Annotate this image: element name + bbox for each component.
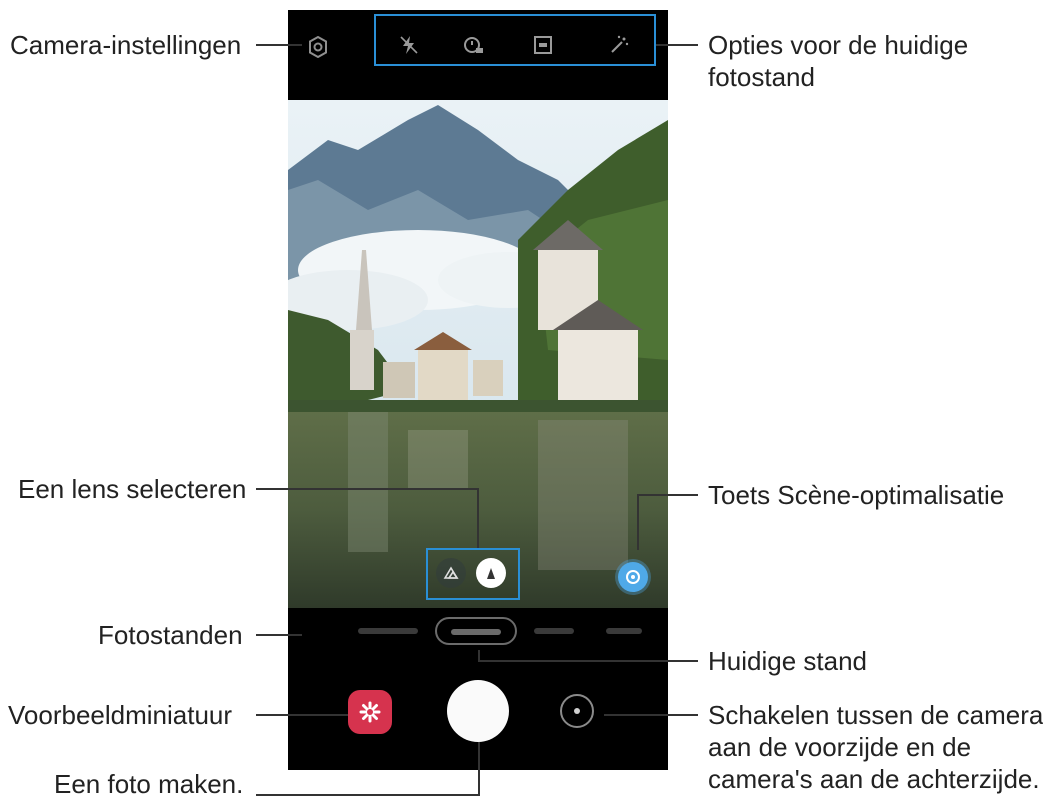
label-current-mode: Huidige stand bbox=[708, 646, 867, 676]
label-shooting-options-line1: Opties voor de huidige bbox=[708, 30, 969, 60]
callout-line bbox=[256, 794, 480, 796]
label-preview-thumbnail: Voorbeeldminiatuur bbox=[8, 700, 233, 730]
lens-selector-highlight bbox=[426, 548, 520, 600]
label-switch-cameras-line2: aan de voorzijde en de bbox=[708, 732, 972, 762]
mode-item[interactable] bbox=[606, 628, 642, 634]
shooting-modes-bar bbox=[288, 608, 668, 654]
label-select-lens: Een lens selecteren bbox=[18, 474, 247, 504]
callout-line bbox=[638, 494, 698, 496]
callout-line bbox=[256, 44, 302, 46]
switch-camera-button[interactable] bbox=[560, 694, 594, 728]
scene-optimizer-icon bbox=[626, 570, 640, 584]
label-scene-optimizer: Toets Scène-optimalisatie bbox=[708, 480, 1005, 510]
gallery-thumbnail-icon bbox=[359, 701, 381, 723]
callout-line bbox=[478, 742, 480, 796]
shutter-button[interactable] bbox=[447, 680, 509, 742]
label-shooting-options-line2: fotostand bbox=[708, 62, 815, 92]
current-mode-label bbox=[451, 629, 501, 635]
mode-item[interactable] bbox=[358, 628, 418, 634]
camera-settings-button[interactable] bbox=[307, 35, 329, 59]
callout-line bbox=[256, 714, 348, 716]
scene-optimizer-button[interactable] bbox=[618, 562, 648, 592]
preview-thumbnail-button[interactable] bbox=[348, 690, 392, 734]
switch-camera-icon bbox=[574, 708, 580, 714]
shooting-options-highlight bbox=[374, 14, 656, 66]
callout-line bbox=[477, 488, 479, 548]
callout-line bbox=[656, 44, 698, 46]
label-shooting-modes: Fotostanden bbox=[98, 620, 243, 650]
label-switch-cameras-line3: camera's aan de achterzijde. bbox=[708, 764, 1040, 794]
mode-item[interactable] bbox=[534, 628, 574, 634]
label-camera-settings: Camera-instellingen bbox=[10, 30, 242, 60]
current-mode[interactable] bbox=[435, 617, 517, 645]
callout-line bbox=[256, 634, 302, 636]
callout-line bbox=[478, 660, 698, 662]
label-take-picture: Een foto maken. bbox=[54, 769, 244, 799]
callout-line bbox=[637, 494, 639, 550]
gear-icon bbox=[309, 35, 327, 59]
label-switch-cameras-line1: Schakelen tussen de camera bbox=[708, 700, 1043, 730]
callout-line bbox=[256, 488, 478, 490]
callout-line bbox=[604, 714, 698, 716]
